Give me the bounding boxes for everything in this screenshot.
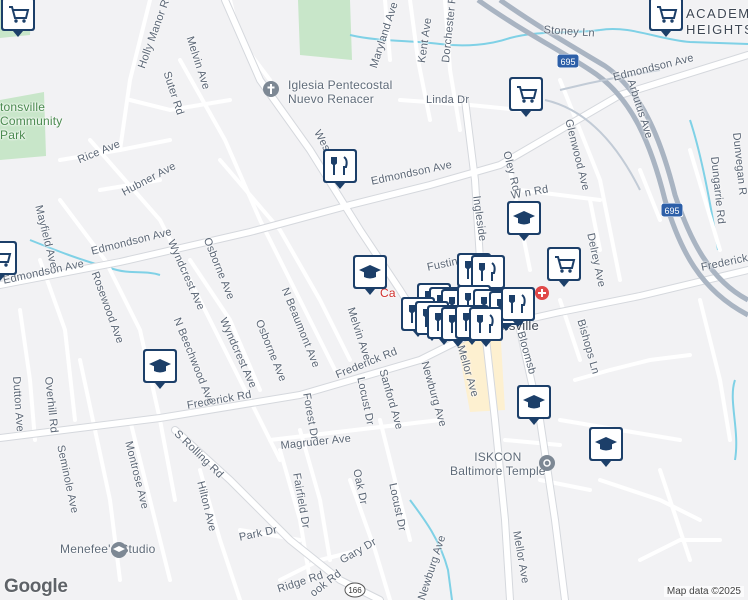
school-cap-icon [507, 201, 541, 241]
interstate-shield-text: 695 [664, 206, 679, 216]
school-cap-icon [517, 385, 551, 425]
school-cap-icon [353, 255, 387, 295]
grocery-cart-icon [1, 0, 35, 37]
school-pin-melvin[interactable] [352, 254, 388, 295]
grocery-pin-linda[interactable] [508, 76, 544, 117]
grocery-pin-left-edge[interactable] [0, 240, 18, 281]
route-shield-text: 166 [348, 586, 362, 595]
restaurant-pin-edmondson[interactable] [322, 148, 358, 189]
grocery-pin-academy[interactable] [648, 0, 684, 37]
place-label-academy: ACADEM HEIGHTS [686, 6, 748, 37]
place-label-iskcon: ISKCON Baltimore Temple [450, 450, 546, 478]
temple-icon[interactable] [538, 454, 556, 472]
school-small-icon[interactable] [110, 541, 128, 559]
restaurant-cluster-pin[interactable] [500, 286, 536, 327]
interstate-shield: 695 [556, 53, 580, 73]
interstate-shield: 695 [660, 202, 684, 222]
school-cap-icon [143, 349, 177, 389]
route-shield: 166 [344, 582, 366, 600]
place-label-park: tonsville Community Park [0, 100, 63, 142]
map-attribution[interactable]: Map data ©2025 [663, 586, 744, 597]
grocery-pin-topleft[interactable] [0, 0, 36, 37]
interstate-shield-text: 695 [560, 57, 575, 67]
google-logo: Google [4, 576, 68, 597]
church-icon[interactable] [262, 80, 280, 98]
restaurant-icon [501, 287, 535, 327]
restaurant-cluster-pin[interactable] [468, 306, 504, 347]
school-pin-wilkens[interactable] [506, 200, 542, 241]
grocery-cart-icon [509, 77, 543, 117]
restaurant-icon [323, 149, 357, 189]
school-pin-beechwood[interactable] [142, 348, 178, 389]
map-view[interactable]: 695 695 166 Frederick Rd Frederick Rd Fr… [0, 0, 748, 600]
street-label: Linda Dr [426, 94, 470, 106]
park-area [298, 0, 352, 60]
place-label-church: Iglesia Pentecostal Nuevo Renacer [288, 78, 393, 106]
restaurant-icon [469, 307, 503, 347]
school-pin-east[interactable] [588, 426, 624, 467]
grocery-cart-icon [547, 247, 581, 287]
grocery-pin-delrey[interactable] [546, 246, 582, 287]
grocery-cart-icon [0, 241, 17, 281]
grocery-cart-icon [649, 0, 683, 37]
school-cap-icon [589, 427, 623, 467]
place-label-menefee: Menefee's Studio [60, 542, 156, 556]
school-pin-mellor[interactable] [516, 384, 552, 425]
